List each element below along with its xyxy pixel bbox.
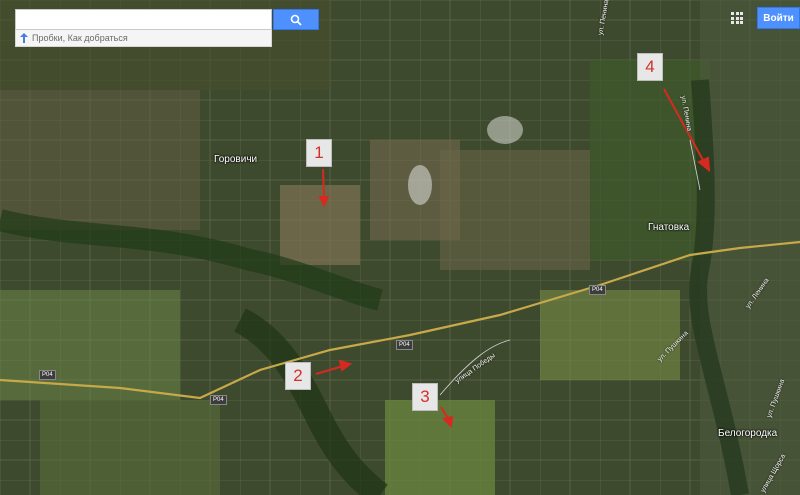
map-marker-3[interactable]: 3	[412, 383, 438, 411]
place-label-belogorodka: Белогородка	[718, 428, 778, 439]
search-options-bar[interactable]: Пробки, Как добраться	[15, 30, 272, 47]
route-icon	[20, 33, 28, 43]
place-label-gnatovka: Гнатовка	[648, 222, 690, 233]
route-shield: P04	[39, 370, 56, 380]
sign-in-button[interactable]: Войти	[757, 7, 800, 29]
route-shield: P04	[210, 395, 227, 405]
search-input[interactable]	[15, 9, 272, 30]
search-icon	[290, 14, 302, 26]
map-marker-2[interactable]: 2	[285, 362, 311, 390]
route-shield: P04	[396, 340, 413, 350]
search-button[interactable]	[273, 9, 319, 30]
search-options-text[interactable]: Пробки, Как добраться	[32, 33, 128, 43]
route-shield: P04	[589, 285, 606, 295]
satellite-map[interactable]	[0, 0, 800, 495]
map-marker-1[interactable]: 1	[306, 139, 332, 167]
apps-grid-icon[interactable]	[731, 12, 743, 24]
place-label-gorovichi: Горовичи	[214, 154, 258, 165]
map-marker-4[interactable]: 4	[637, 53, 663, 81]
